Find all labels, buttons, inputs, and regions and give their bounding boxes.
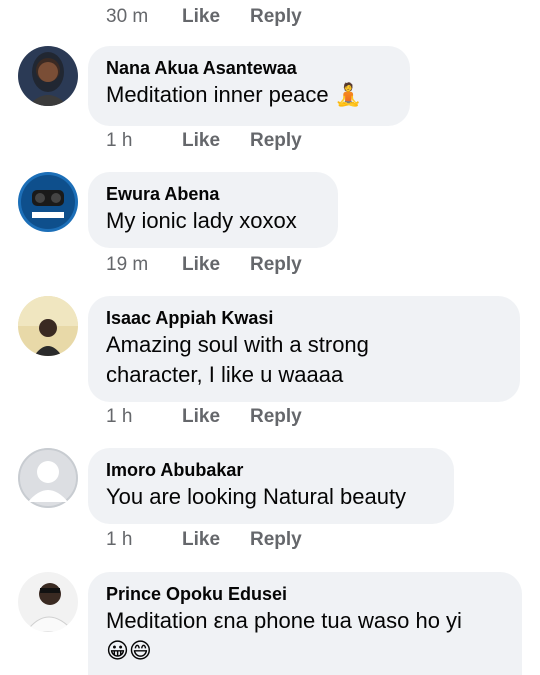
reply-button[interactable]: Reply	[250, 254, 302, 276]
avatar[interactable]	[18, 448, 78, 508]
comment-bubble: Ewura Abena My ionic lady xoxox	[88, 172, 338, 248]
comment-bubble: Prince Opoku Edusei Meditation εna phone…	[88, 572, 522, 675]
like-button[interactable]: Like	[182, 6, 250, 28]
avatar[interactable]	[18, 172, 78, 232]
comment-text-line: Amazing soul with a strong	[106, 332, 369, 357]
like-button[interactable]: Like	[182, 529, 250, 551]
comment-text: Meditation inner peace 🧘	[106, 80, 392, 110]
meditation-emoji-icon: 🧘	[334, 82, 363, 107]
comment-actions: 1 h Like Reply	[106, 404, 302, 430]
comment-text-content: Meditation inner peace	[106, 82, 329, 107]
reply-button[interactable]: Reply	[250, 529, 302, 551]
comment-bubble: Nana Akua Asantewaa Meditation inner pea…	[88, 46, 410, 126]
comment-text: You are looking Natural beauty	[106, 484, 407, 509]
comment-bubble: Imoro Abubakar You are looking Natural b…	[88, 448, 454, 524]
comment-actions: 19 m Like Reply	[106, 252, 302, 278]
comment-actions: 1 h Like Reply	[106, 128, 302, 154]
comment-timestamp: 1 h	[106, 406, 133, 427]
comment-timestamp: 1 h	[106, 529, 133, 550]
comment-text: My ionic lady xoxox	[106, 208, 297, 233]
comment-timestamp: 1 h	[106, 130, 133, 151]
commenter-name[interactable]: Prince Opoku Edusei	[106, 582, 504, 606]
reply-button[interactable]: Reply	[250, 6, 302, 28]
like-button[interactable]: Like	[182, 406, 250, 428]
comment-text-line: character, I like u waaaa	[106, 362, 344, 387]
comment-actions: 1 h Like Reply	[106, 527, 302, 553]
like-button[interactable]: Like	[182, 130, 250, 152]
comment-actions-top: 30 m Like Reply	[106, 4, 302, 30]
reply-button[interactable]: Reply	[250, 406, 302, 428]
avatar[interactable]	[18, 572, 78, 632]
commenter-name[interactable]: Isaac Appiah Kwasi	[106, 306, 502, 330]
avatar[interactable]	[18, 296, 78, 356]
reply-button[interactable]: Reply	[250, 130, 302, 152]
comment-bubble: Isaac Appiah Kwasi Amazing soul with a s…	[88, 296, 520, 402]
comment-text: Meditation εna phone tua waso ho yi	[106, 608, 462, 633]
comment-timestamp: 19 m	[106, 254, 149, 275]
like-button[interactable]: Like	[182, 254, 250, 276]
grinning-emoji-icon: 😀😄	[106, 638, 152, 663]
commenter-name[interactable]: Imoro Abubakar	[106, 458, 436, 482]
avatar[interactable]	[18, 46, 78, 106]
commenter-name[interactable]: Ewura Abena	[106, 182, 320, 206]
commenter-name[interactable]: Nana Akua Asantewaa	[106, 56, 392, 80]
comment-timestamp: 30 m	[106, 6, 149, 27]
